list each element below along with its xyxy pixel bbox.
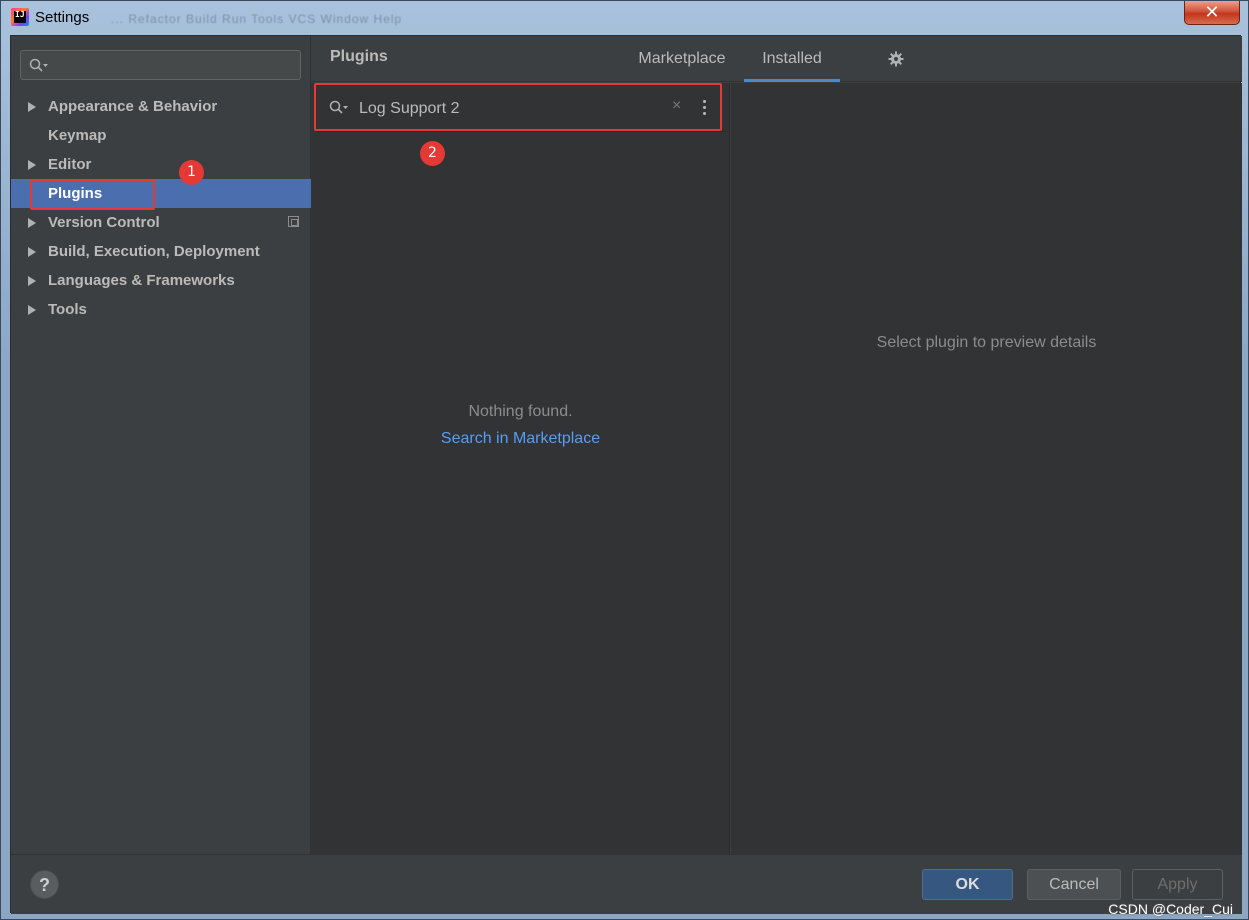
sidebar-item-label: Version Control <box>48 214 160 231</box>
settings-window: IJ Settings ... Refactor Build Run Tools… <box>0 0 1249 920</box>
annotation-marker-2: 2 <box>420 141 445 166</box>
dialog-footer: ? OK Cancel Apply <box>11 854 1242 914</box>
details-placeholder-text: Select plugin to preview details <box>876 334 1097 351</box>
apply-button[interactable]: Apply <box>1132 869 1223 900</box>
ok-button[interactable]: OK <box>922 869 1013 900</box>
empty-results-text: Nothing found. <box>468 403 573 420</box>
sidebar-item-label: Keymap <box>48 127 107 144</box>
title-bar: IJ Settings ... Refactor Build Run Tools… <box>1 1 1248 35</box>
background-menu-bar: ... Refactor Build Run Tools VCS Window … <box>111 12 403 26</box>
search-in-marketplace-link[interactable]: Search in Marketplace <box>311 430 730 448</box>
expand-arrow-icon[interactable] <box>28 305 36 315</box>
expand-arrow-icon[interactable] <box>28 102 36 112</box>
sidebar-item-appearance-behavior[interactable]: Appearance & Behavior <box>11 92 311 121</box>
sidebar-item-label: Tools <box>48 301 87 318</box>
search-icon <box>29 58 48 72</box>
sidebar-item-build-execution-deployment[interactable]: Build, Execution, Deployment <box>11 237 311 266</box>
watermark-text: CSDN @Coder_Cui <box>1108 901 1233 917</box>
expand-arrow-icon[interactable] <box>28 160 36 170</box>
page-title: Plugins <box>330 48 388 65</box>
sidebar-item-label: Appearance & Behavior <box>48 98 218 115</box>
plugin-details-panel: Select plugin to preview details <box>731 83 1242 854</box>
gear-icon[interactable] <box>888 51 904 67</box>
settings-sidebar: Appearance & Behavior Keymap Editor Plug… <box>11 36 311 854</box>
sidebar-search-input[interactable] <box>20 50 301 80</box>
cancel-button[interactable]: Cancel <box>1027 869 1121 900</box>
plugins-header: Plugins Marketplace Installed <box>311 36 1242 82</box>
sidebar-item-editor[interactable]: Editor <box>11 150 311 179</box>
plugin-list-panel: Log Support 2 × Nothing found. Search in… <box>311 83 730 854</box>
close-window-button[interactable]: ✕ <box>1184 1 1240 25</box>
expand-arrow-icon[interactable] <box>28 218 36 228</box>
help-button[interactable]: ? <box>30 870 59 899</box>
annotation-box-search <box>314 83 722 131</box>
sidebar-item-label: Build, Execution, Deployment <box>48 243 260 260</box>
sidebar-item-languages-frameworks[interactable]: Languages & Frameworks <box>11 266 311 295</box>
sidebar-item-label: Editor <box>48 156 92 173</box>
annotation-marker-1: 1 <box>179 160 204 185</box>
sidebar-item-keymap[interactable]: Keymap <box>11 121 311 150</box>
sidebar-item-label: Languages & Frameworks <box>48 272 235 289</box>
annotation-box-plugins <box>30 179 155 210</box>
window-title: Settings <box>35 9 90 26</box>
tab-installed[interactable]: Installed <box>744 36 840 82</box>
expand-arrow-icon[interactable] <box>28 276 36 286</box>
sidebar-item-tools[interactable]: Tools <box>11 295 311 324</box>
tab-marketplace[interactable]: Marketplace <box>629 36 735 82</box>
project-settings-copy-icon <box>288 216 299 227</box>
expand-arrow-icon[interactable] <box>28 247 36 257</box>
intellij-app-icon: IJ <box>11 8 29 26</box>
sidebar-item-version-control[interactable]: Version Control <box>11 208 311 237</box>
